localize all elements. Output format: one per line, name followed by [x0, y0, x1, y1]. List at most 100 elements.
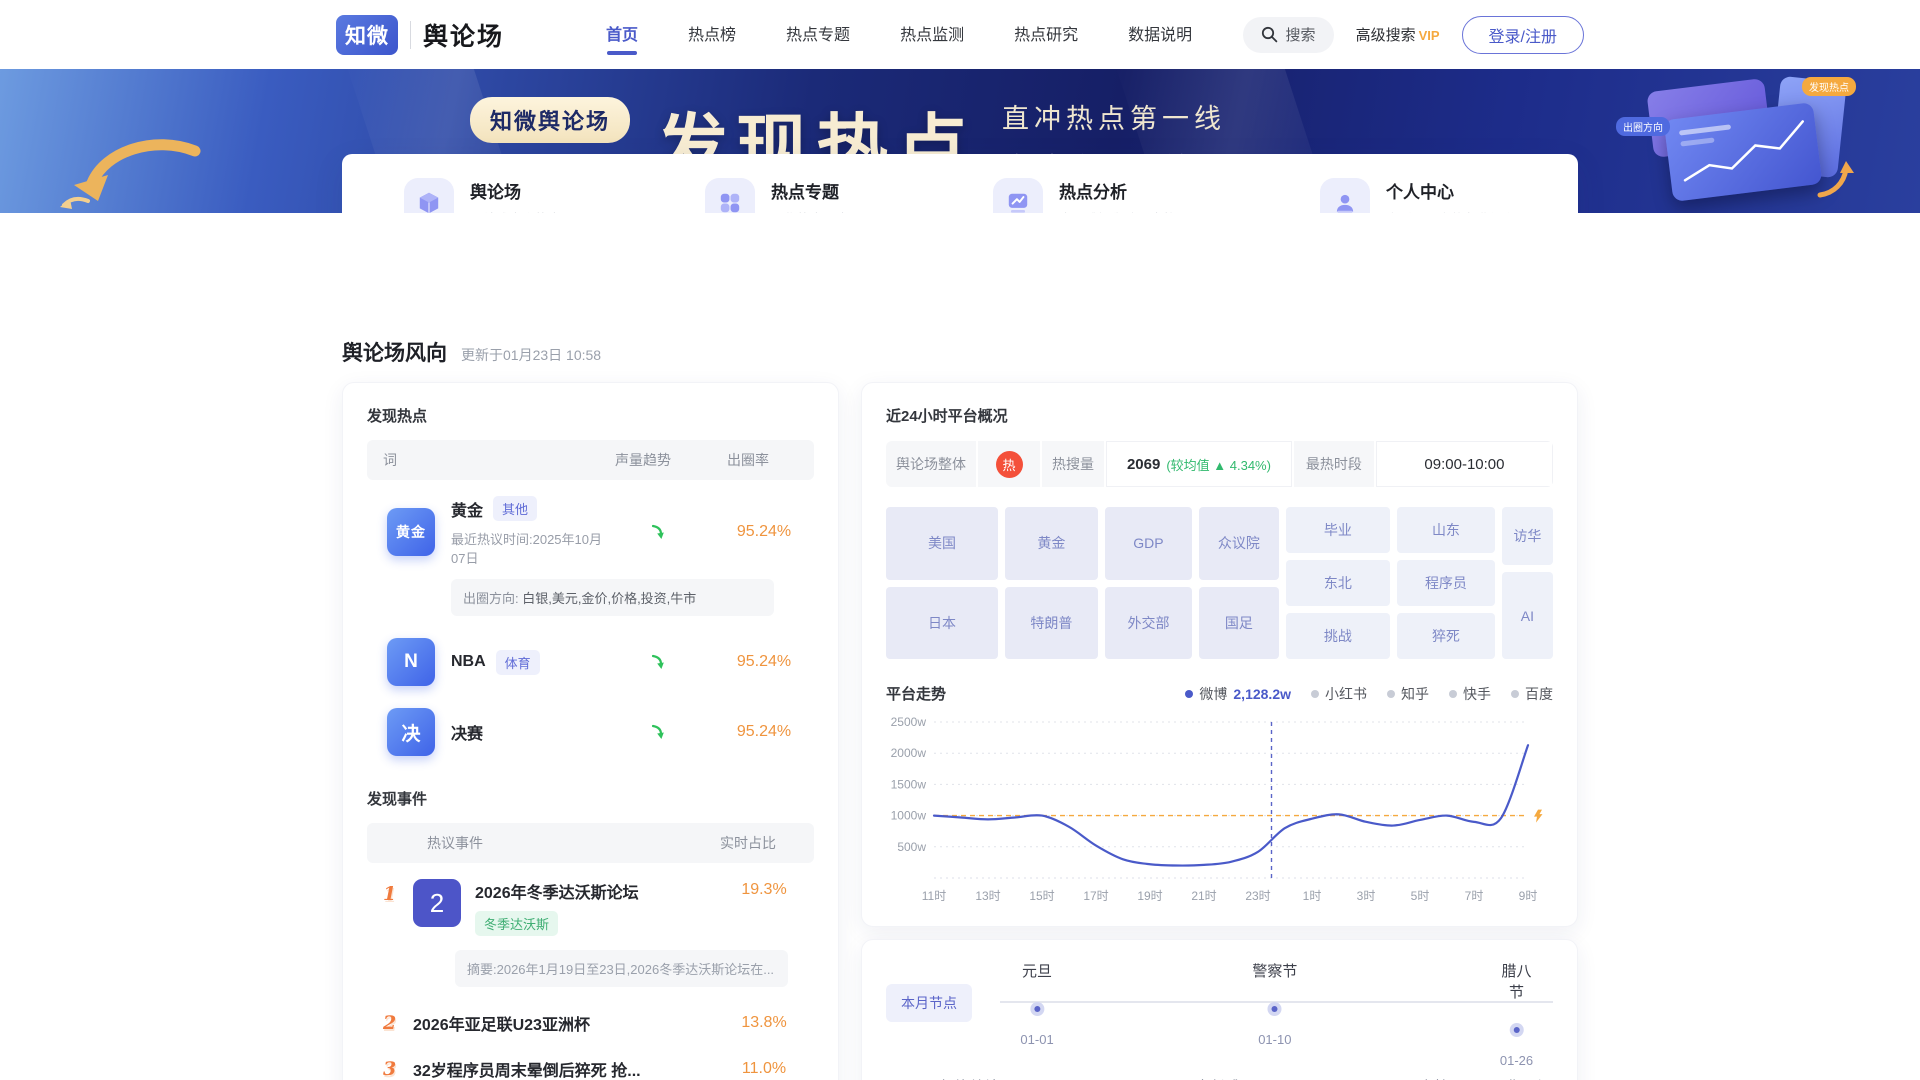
svg-text:21时: 21时 — [1191, 889, 1216, 903]
word-cloud-tile[interactable]: 毕业 — [1286, 507, 1390, 553]
timeline-node: 元旦 01-01 — [1020, 960, 1053, 1047]
top-nav: 知微 舆论场 首页 热点榜 热点专题 热点监测 热点研究 数据说明 搜索 高级搜… — [0, 0, 1920, 69]
hot-event-row[interactable]: 3 32岁程序员周末晕倒后猝死 抢... 11.0% — [367, 1035, 814, 1080]
legend-value: 2,128.2w — [1233, 686, 1291, 702]
word-cloud-tile[interactable]: 众议院 — [1199, 507, 1279, 580]
platform-stats-bar: 舆论场整体 热 热搜量 2069 (较均值 ▲ 4.34%) 最热时段 09:0… — [886, 441, 1553, 487]
word-cloud-column: 美国日本 — [886, 507, 998, 659]
marketing-keyword: 年终总结 — [939, 1076, 999, 1080]
vip-badge: VIP — [1419, 28, 1440, 43]
hot-badge: 热 — [996, 451, 1023, 478]
platform-title: 近24小时平台概况 — [886, 405, 1553, 426]
nav-item-data-docs[interactable]: 数据说明 — [1126, 15, 1194, 55]
word-cloud-tile[interactable]: 特朗普 — [1005, 587, 1098, 660]
legend-xiaohongshu[interactable]: 小红书 — [1311, 684, 1367, 704]
legend-baidu[interactable]: 百度 — [1511, 684, 1553, 704]
legend-dot — [1449, 690, 1457, 698]
nav-item-research[interactable]: 热点研究 — [1012, 15, 1080, 55]
advanced-search-link[interactable]: 高级搜索VIP — [1356, 24, 1440, 45]
nav-item-hot-topics[interactable]: 热点专题 — [784, 15, 852, 55]
user-icon — [1320, 178, 1370, 214]
hot-word-row[interactable]: N NBA 体育 95.24% — [367, 622, 814, 692]
word-cloud-tile[interactable]: 程序员 — [1397, 560, 1495, 606]
chart-legend: 微博 2,128.2w 小红书 知乎 快手 — [1185, 684, 1553, 704]
hot-word-row[interactable]: 黄金 黄金 其他 最近热议时间:2025年10月07日 — [367, 480, 814, 622]
svg-text:1000w: 1000w — [891, 809, 927, 823]
nav-item-monitoring[interactable]: 热点监测 — [898, 15, 966, 55]
illu-front-card — [1664, 102, 1823, 202]
node-date: 01-10 — [1252, 1032, 1297, 1047]
feature-yulunchang[interactable]: 舆论场 一站式查询热点 — [404, 178, 561, 214]
word-cloud-tile[interactable]: 猝死 — [1397, 613, 1495, 659]
hot-event-row[interactable]: 1 2 2026年冬季达沃斯论坛 冬季达沃斯 19.3% 摘要:2026年1月1… — [367, 863, 814, 987]
feature-hot-topics[interactable]: 热点专题 聚焦热点动态 — [705, 178, 849, 214]
hot-events-header: 热议事件 实时占比 — [367, 823, 814, 863]
outbreak-rate: 95.24% — [714, 523, 814, 541]
marketing-keyword: 责任感 — [1195, 1076, 1240, 1080]
feature-desc: 一站式查询热点 — [470, 209, 561, 214]
word-cloud-tile[interactable]: 国足 — [1199, 587, 1279, 660]
word-cloud-tile[interactable]: 美国 — [886, 507, 998, 580]
word-cloud-tile[interactable]: 访华 — [1502, 507, 1553, 565]
logo-suffix: 舆论场 — [423, 17, 504, 53]
brand-logo[interactable]: 知微 舆论场 — [336, 15, 504, 55]
word-tile: N — [387, 638, 435, 686]
updated-timestamp: 更新于01月23日 10:58 — [461, 345, 601, 365]
nav-item-hot-list[interactable]: 热点榜 — [686, 15, 738, 55]
dashboard-illustration: 出圈方向 发现热点 — [1616, 75, 1856, 207]
volume-note: (较均值 ▲ 4.34%) — [1166, 455, 1271, 474]
hot-words-header: 词 声量趋势 出圈率 — [367, 440, 814, 480]
feature-title: 热点分析 — [1059, 178, 1176, 203]
search-button[interactable]: 搜索 — [1243, 17, 1334, 53]
feature-personal-center[interactable]: 个人中心 高活跃用户的免费福利 — [1320, 178, 1516, 214]
word-name: NBA — [451, 653, 486, 671]
advanced-search-label: 高级搜索 — [1356, 27, 1416, 44]
word-cloud-tile[interactable]: AI — [1502, 572, 1553, 659]
timeline-dot — [1268, 1002, 1282, 1016]
page-section-title: 舆论场风向 — [342, 337, 447, 367]
event-rank: 2 — [383, 1012, 413, 1034]
word-name: 决赛 — [451, 720, 483, 744]
hot-words-title: 发现热点 — [367, 405, 814, 426]
nav-links: 首页 热点榜 热点专题 热点监测 热点研究 数据说明 — [604, 15, 1194, 55]
legend-label: 知乎 — [1401, 684, 1429, 704]
node-name: 元旦 — [1020, 960, 1053, 981]
calendar-card: 本月节点 元旦 01-01 警察节 01-10 — [861, 939, 1578, 1080]
legend-zhihu[interactable]: 知乎 — [1387, 684, 1429, 704]
timeline-node: 腊八节 01-26 — [1498, 960, 1535, 1068]
nav-item-home[interactable]: 首页 — [604, 15, 640, 55]
word-cloud-tile[interactable]: 山东 — [1397, 507, 1495, 553]
directions-value: 白银,美元,金价,价格,投资,牛市 — [519, 591, 697, 606]
search-icon — [1261, 26, 1278, 43]
hot-word-row[interactable]: 决 决赛 95.24% — [367, 692, 814, 762]
word-cloud-tile[interactable]: 黄金 — [1005, 507, 1098, 580]
col-event: 热议事件 — [383, 833, 698, 853]
word-cloud-tile[interactable]: 日本 — [886, 587, 998, 660]
volume-value-cell: 2069 (较均值 ▲ 4.34%) — [1106, 441, 1292, 487]
node-name: 腊八节 — [1498, 960, 1535, 1002]
svg-text:1时: 1时 — [1303, 889, 1322, 903]
legend-kuaishou[interactable]: 快手 — [1449, 684, 1491, 704]
word-cloud-column: 黄金特朗普 — [1005, 507, 1098, 659]
timeline-dot — [1030, 1002, 1044, 1016]
legend-dot — [1185, 690, 1193, 698]
word-tile: 黄金 — [387, 508, 435, 556]
peak-label: 最热时段 — [1294, 441, 1374, 487]
legend-weibo[interactable]: 微博 2,128.2w — [1185, 684, 1291, 704]
outbreak-directions: 出圈方向: 白银,美元,金价,价格,投资,牛市 — [451, 579, 774, 616]
word-cloud-tile[interactable]: 外交部 — [1105, 587, 1192, 660]
login-register-button[interactable]: 登录/注册 — [1462, 16, 1584, 54]
col-rate: 出圈率 — [698, 450, 798, 470]
feature-hot-analysis[interactable]: 热点分析 全面感知舆论场态势 — [993, 178, 1176, 214]
trend-down-arrow-icon — [604, 723, 714, 741]
word-cloud-tile[interactable]: 挑战 — [1286, 613, 1390, 659]
event-tag: 冬季达沃斯 — [475, 911, 558, 936]
word-cloud-tile[interactable]: GDP — [1105, 507, 1192, 580]
word-cloud: 美国日本黄金特朗普GDP外交部众议院国足毕业东北挑战 山东程序员猝死 访华 AI — [886, 507, 1553, 659]
curved-arrow-illustration — [60, 139, 210, 209]
event-rank: 1 — [383, 883, 413, 905]
hot-event-row[interactable]: 2 2026年亚足联U23亚洲杯 13.8% — [367, 987, 814, 1035]
category-tag: 其他 — [493, 496, 537, 521]
word-cloud-tile[interactable]: 东北 — [1286, 560, 1390, 606]
svg-text:7时: 7时 — [1465, 889, 1484, 903]
